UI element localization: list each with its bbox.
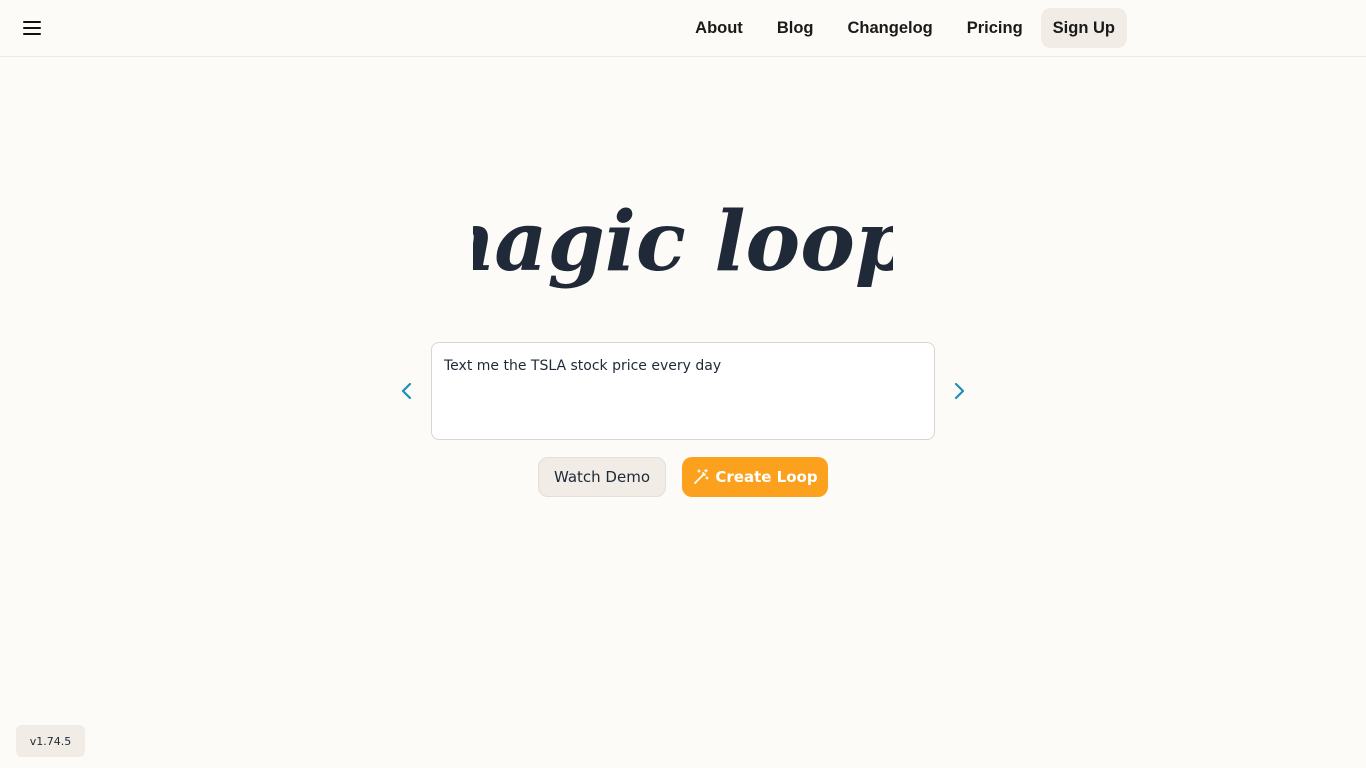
- magic-wand-icon: [694, 468, 710, 484]
- nav-about-link[interactable]: About: [679, 8, 759, 48]
- version-badge: v1.74.5: [16, 725, 85, 757]
- chevron-right-icon[interactable]: [949, 380, 969, 402]
- top-navbar: About Blog Changelog Pricing Sign Up: [0, 0, 1366, 57]
- chevron-left-icon[interactable]: [397, 380, 417, 402]
- prompt-box: [431, 342, 935, 440]
- prompt-input[interactable]: [432, 343, 934, 439]
- version-label: v1.74.5: [29, 734, 72, 748]
- sign-up-button[interactable]: Sign Up: [1040, 8, 1127, 48]
- create-loop-label: Create Loop: [715, 468, 818, 486]
- watch-demo-label: Watch Demo: [553, 468, 651, 486]
- nav-blog-link[interactable]: Blog: [761, 8, 830, 48]
- nav-pricing-link[interactable]: Pricing: [951, 8, 1039, 48]
- magic-loops-logo: magic loops: [0, 170, 1366, 320]
- watch-demo-button[interactable]: Watch Demo: [538, 457, 666, 497]
- logo-text: magic loops: [473, 194, 893, 290]
- hamburger-menu-icon[interactable]: [20, 16, 44, 40]
- nav-changelog-link[interactable]: Changelog: [831, 8, 948, 48]
- create-loop-button[interactable]: Create Loop: [682, 457, 828, 497]
- main-nav: About Blog Changelog Pricing Sign Up: [677, 8, 1127, 48]
